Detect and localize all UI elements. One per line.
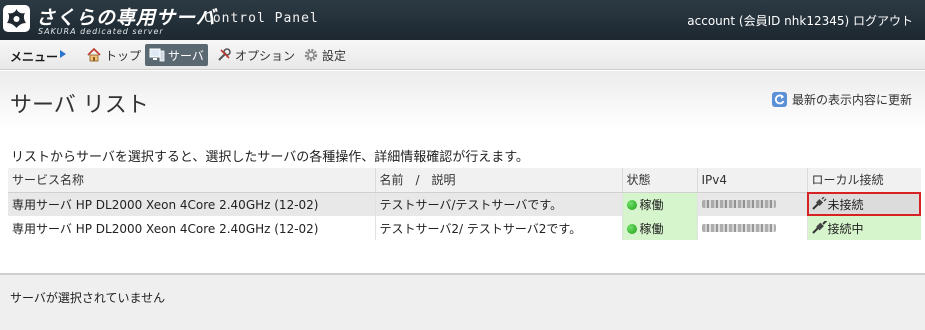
menu-item-server-label: サーバ xyxy=(168,48,204,63)
menu-bar: メニュー トップ サーバ オプション 設定 xyxy=(0,40,925,70)
refresh-button[interactable]: 最新の表示内容に更新 xyxy=(771,91,912,108)
page-description: リストからサーバを選択すると、選択したサーバの各種操作、詳細情報確認が行えます。 xyxy=(11,150,529,165)
ipv4-redacted xyxy=(701,224,776,232)
status-running-icon xyxy=(626,199,637,210)
service-cell: 専用サーバ HP DL2000 Xeon 4Core 2.40GHz (12-0… xyxy=(8,192,375,216)
title-area: サーバ リスト 最新の表示内容に更新 xyxy=(0,71,925,129)
service-cell: 専用サーバ HP DL2000 Xeon 4Core 2.40GHz (12-0… xyxy=(8,216,375,240)
column-header-name[interactable]: 名前 / 説明 xyxy=(374,168,622,193)
page-title: サーバ リスト xyxy=(10,93,149,118)
menu-item-server[interactable]: サーバ xyxy=(145,44,208,66)
name-cell: テストサーバ2/ テストサーバ2です。 xyxy=(374,216,622,240)
column-header-ipv4[interactable]: IPv4 xyxy=(696,168,807,193)
status-cell: 稼働 xyxy=(621,216,697,240)
server-icon xyxy=(149,48,165,62)
server-table: サービス名称 名前 / 説明 状態 IPv4 ローカル接続 専用サーバ HP D… xyxy=(8,168,921,240)
local-connection-label: 未接続 xyxy=(827,197,864,212)
status-running-icon xyxy=(626,223,637,234)
tools-icon xyxy=(218,48,231,61)
menu-arrow-icon xyxy=(60,50,66,58)
name-cell: テストサーバ/テストサーバです。 xyxy=(374,192,622,216)
menu-item-settings[interactable]: 設定 xyxy=(299,44,350,66)
table-row[interactable]: 専用サーバ HP DL2000 Xeon 4Core 2.40GHz (12-0… xyxy=(8,192,921,216)
account-logout-link[interactable]: account (会員ID nhk12345) ログアウト xyxy=(687,12,913,29)
ipv4-cell xyxy=(696,216,807,240)
selection-status-text: サーバが選択されていません xyxy=(10,291,166,305)
refresh-label: 最新の表示内容に更新 xyxy=(791,93,912,107)
menu-item-option[interactable]: オプション xyxy=(212,44,299,66)
status-cell: 稼働 xyxy=(621,192,697,216)
status-label: 稼働 xyxy=(639,221,664,236)
ipv4-redacted xyxy=(701,200,776,209)
column-header-local[interactable]: ローカル接続 xyxy=(806,168,921,193)
column-header-status[interactable]: 状態 xyxy=(621,168,697,193)
status-label: 稼働 xyxy=(639,197,664,212)
refresh-icon xyxy=(771,92,787,107)
menu-label: メニュー xyxy=(10,50,59,64)
menu-item-top[interactable]: トップ xyxy=(82,44,145,66)
sakura-logo-icon xyxy=(3,5,30,32)
ipv4-cell xyxy=(696,192,807,216)
home-icon xyxy=(87,47,101,62)
menu-item-option-label: オプション xyxy=(235,48,296,63)
logo-subtitle: SAKURA dedicated server xyxy=(38,27,164,36)
local-connection-label: 接続中 xyxy=(827,221,864,236)
table-row[interactable]: 専用サーバ HP DL2000 Xeon 4Core 2.40GHz (12-0… xyxy=(8,216,921,240)
control-panel-title: Control Panel xyxy=(204,11,319,26)
plug-disconnected-icon xyxy=(811,196,826,210)
logo-title: さくらの専用サーバ xyxy=(36,7,216,29)
app-header: さくらの専用サーバ SAKURA dedicated server Contro… xyxy=(0,0,925,40)
selection-status-panel: サーバが選択されていません xyxy=(0,273,925,330)
table-header-row: サービス名称 名前 / 説明 状態 IPv4 ローカル接続 xyxy=(8,168,921,193)
local-connection-cell[interactable]: 未接続 xyxy=(806,192,921,216)
menu-item-settings-label: 設定 xyxy=(322,48,347,63)
gear-icon xyxy=(304,48,318,62)
menu-item-top-label: トップ xyxy=(105,48,142,63)
plug-connected-icon xyxy=(811,220,827,234)
column-header-service[interactable]: サービス名称 xyxy=(8,168,375,193)
local-connection-cell[interactable]: 接続中 xyxy=(806,216,921,240)
